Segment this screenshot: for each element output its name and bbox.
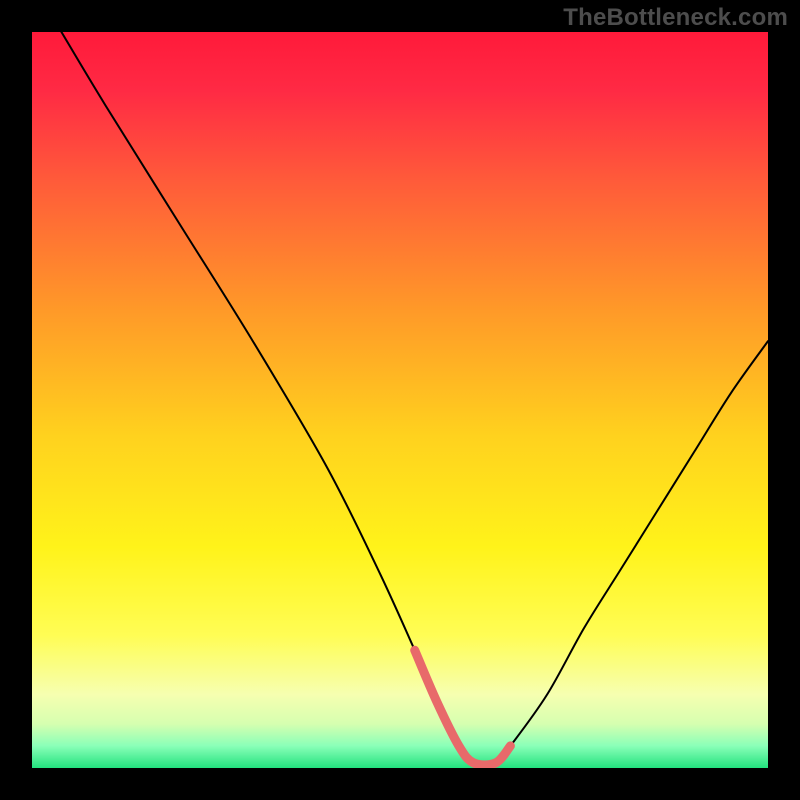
bottleneck-curve-chart [32, 32, 768, 768]
plot-area [32, 32, 768, 768]
gradient-background [32, 32, 768, 768]
chart-frame: TheBottleneck.com [0, 0, 800, 800]
watermark-text: TheBottleneck.com [563, 4, 788, 32]
